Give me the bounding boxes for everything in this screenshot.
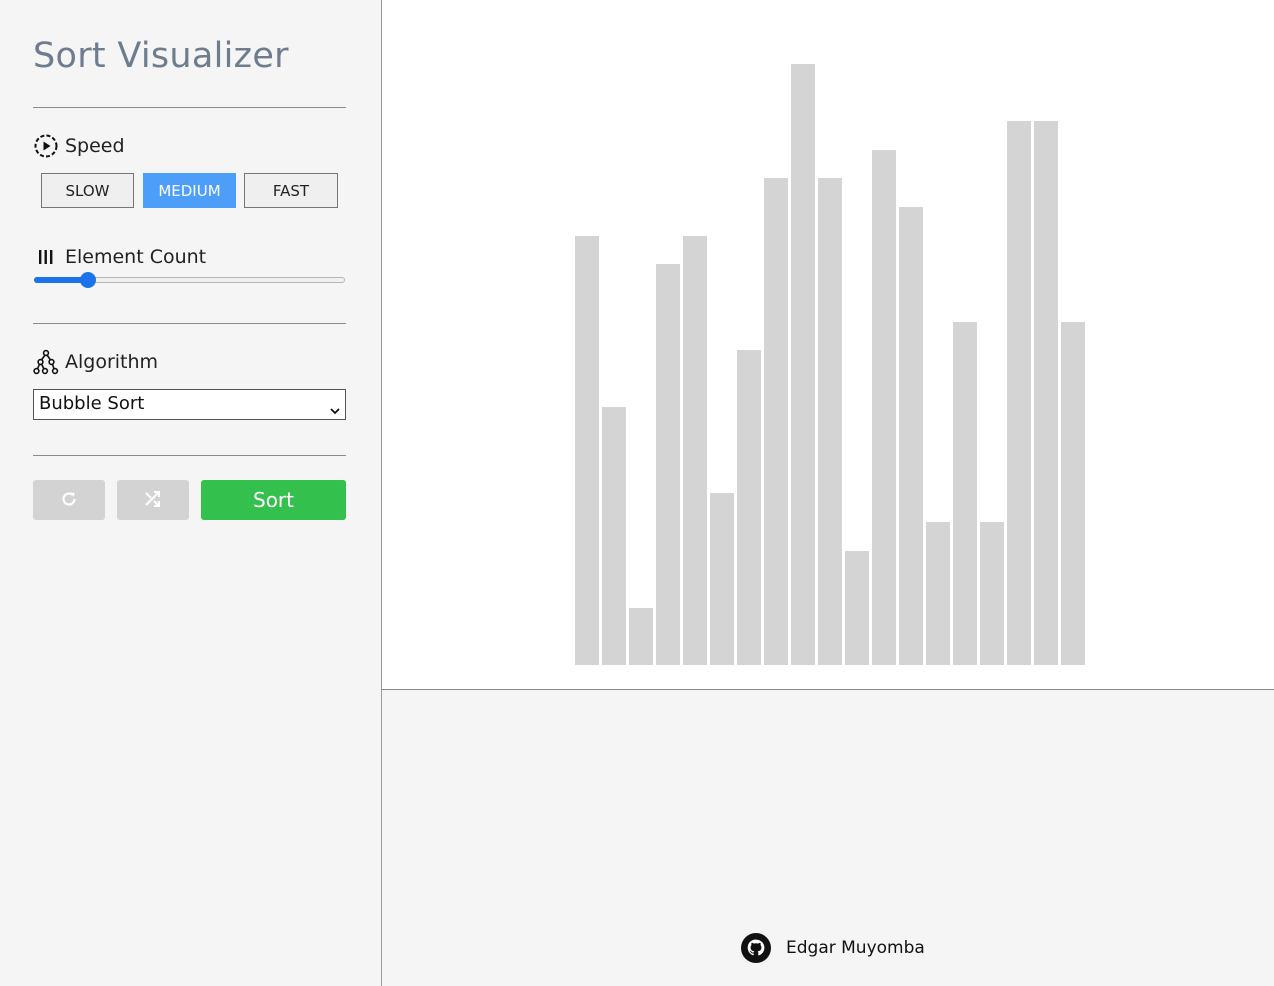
- array-bar: [980, 522, 1004, 665]
- algorithm-select-value: Bubble Sort: [39, 393, 145, 414]
- sort-button[interactable]: Sort: [201, 480, 346, 520]
- reset-button[interactable]: [33, 480, 105, 520]
- slider-thumb[interactable]: [80, 272, 97, 288]
- algorithm-label: Algorithm: [33, 349, 158, 375]
- algorithm-select[interactable]: Bubble Sort: [33, 389, 346, 420]
- shuffle-icon: [143, 489, 163, 512]
- array-bar: [602, 407, 626, 665]
- array-bar: [683, 236, 707, 665]
- array-bar: [1007, 121, 1031, 665]
- array-bar: [1034, 121, 1058, 665]
- array-bar: [737, 350, 761, 665]
- sidebar: Sort Visualizer Speed SLOW MEDIUM FAST E…: [0, 0, 382, 986]
- array-bar: [575, 236, 599, 665]
- array-bar: [926, 522, 950, 665]
- play-circle-icon: [33, 133, 59, 159]
- array-bar: [872, 150, 896, 665]
- speed-slow-button[interactable]: SLOW: [41, 173, 134, 208]
- array-bar: [818, 178, 842, 665]
- divider: [33, 107, 346, 108]
- array-bar: [953, 322, 977, 665]
- array-bar: [845, 551, 869, 665]
- array-bar: [629, 608, 653, 665]
- array-bar: [710, 493, 734, 665]
- array-bar: [764, 178, 788, 665]
- element-count-label-text: Element Count: [65, 246, 207, 268]
- app-title: Sort Visualizer: [33, 36, 289, 76]
- element-count-label: Element Count: [33, 244, 206, 270]
- author-name[interactable]: Edgar Muyomba: [786, 938, 925, 958]
- divider: [33, 455, 346, 456]
- algorithm-label-text: Algorithm: [65, 351, 159, 373]
- github-icon[interactable]: [740, 932, 772, 964]
- element-count-slider[interactable]: [34, 270, 346, 290]
- speed-medium-button[interactable]: MEDIUM: [143, 173, 236, 208]
- array-bar: [656, 264, 680, 665]
- bars-canvas: [382, 0, 1274, 690]
- array-bar: [1061, 322, 1085, 665]
- refresh-icon: [59, 489, 79, 512]
- footer: Edgar Muyomba: [740, 932, 925, 964]
- array-bar: [899, 207, 923, 665]
- speed-fast-button[interactable]: FAST: [244, 173, 338, 208]
- speed-label: Speed: [33, 133, 125, 159]
- chevron-down-icon: [330, 400, 340, 415]
- divider: [33, 323, 346, 324]
- speed-label-text: Speed: [65, 135, 125, 157]
- bars-icon: [33, 244, 59, 270]
- array-bar: [791, 64, 815, 665]
- shuffle-button[interactable]: [117, 480, 189, 520]
- tree-icon: [33, 349, 59, 375]
